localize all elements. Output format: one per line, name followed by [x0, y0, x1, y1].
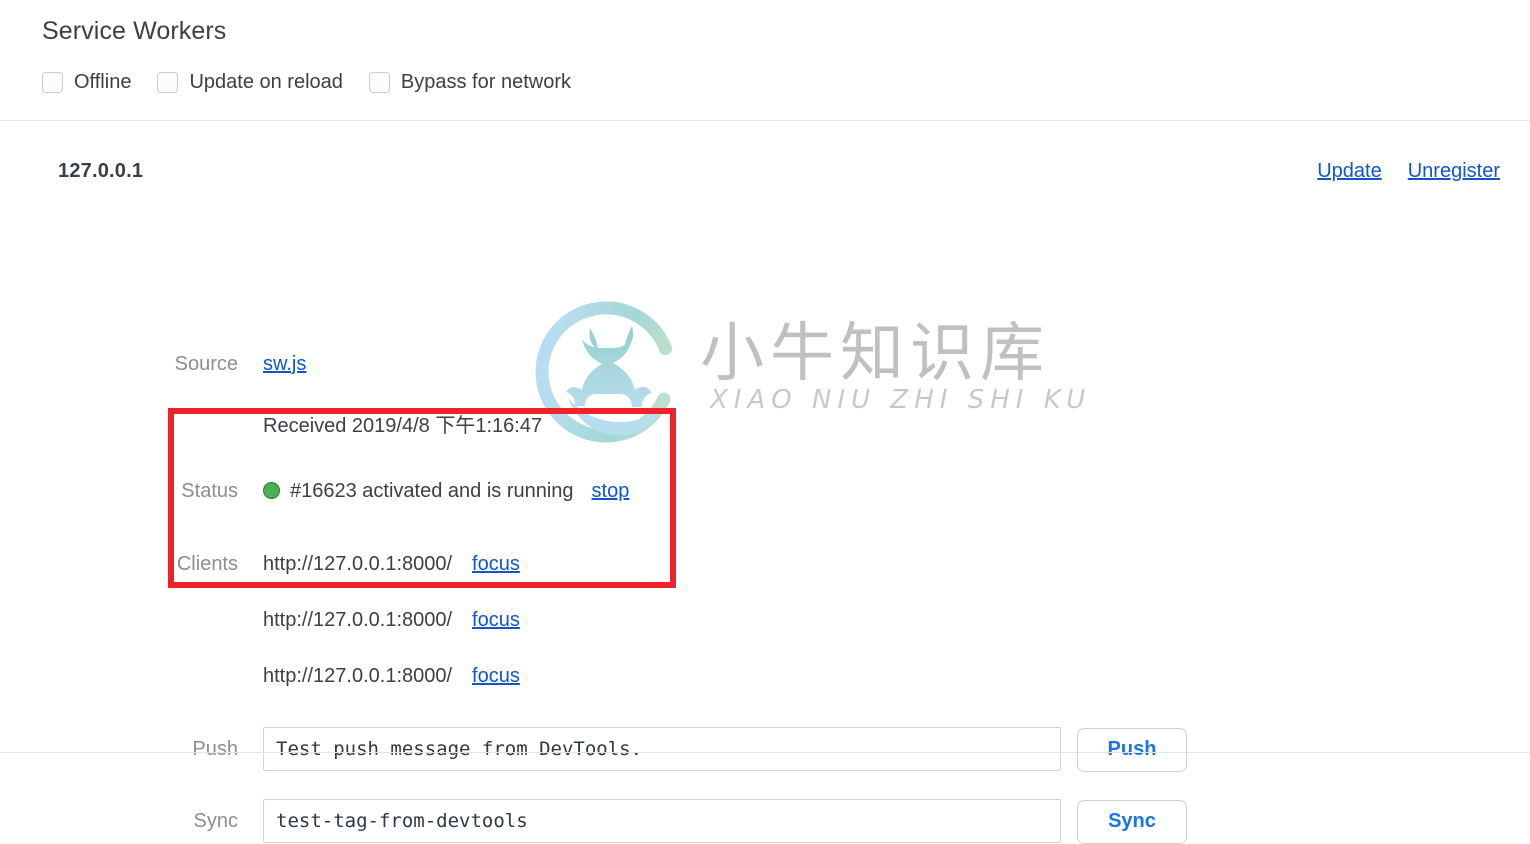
focus-link[interactable]: focus	[472, 609, 520, 632]
row-client-1: http://127.0.0.1:8000/ focus	[0, 609, 1400, 632]
sync-tag-input[interactable]	[263, 799, 1061, 843]
focus-link[interactable]: focus	[472, 553, 520, 576]
registration-origin: 127.0.0.1	[58, 160, 144, 182]
row-received: Received 2019/4/8 下午1:16:47	[0, 409, 1400, 438]
source-script-link[interactable]: sw.js	[263, 353, 306, 376]
checkbox-item-update-on-reload[interactable]: Update on reload	[157, 71, 343, 93]
row-client-2: http://127.0.0.1:8000/ focus	[0, 665, 1400, 688]
client-url: http://127.0.0.1:8000/	[263, 665, 453, 687]
focus-link[interactable]: focus	[472, 665, 520, 688]
footer-divider	[0, 752, 1530, 753]
unregister-link[interactable]: Unregister	[1408, 160, 1500, 183]
row-label-push: Push	[192, 737, 238, 760]
row-clients: Clients http://127.0.0.1:8000/ focus	[0, 553, 1400, 576]
checkbox-update-on-reload[interactable]	[157, 72, 179, 93]
checkbox-item-offline[interactable]: Offline	[42, 72, 131, 93]
row-value-status: #16623 activated and is running stop	[263, 480, 629, 503]
page-title: Service Workers	[42, 17, 227, 45]
row-sync: Sync Sync	[0, 799, 1400, 844]
row-status: Status #16623 activated and is running s…	[0, 480, 1400, 503]
row-label-status: Status	[181, 480, 238, 502]
service-worker-options: Offline Update on reload Bypass for netw…	[42, 72, 597, 93]
client-list-item: http://127.0.0.1:8000/ focus	[263, 665, 520, 688]
client-list-item: http://127.0.0.1:8000/ focus	[263, 553, 520, 576]
sync-button[interactable]: Sync	[1077, 799, 1187, 844]
checkbox-item-bypass-for-network[interactable]: Bypass for network	[368, 71, 571, 93]
client-list-item: http://127.0.0.1:8000/ focus	[263, 609, 520, 632]
registration-actions: Update Unregister	[1317, 160, 1500, 183]
service-workers-panel-header: Service Workers Offline Update on reload…	[0, 0, 1530, 120]
status-text: #16623 activated and is running	[290, 480, 574, 502]
update-link[interactable]: Update	[1317, 160, 1382, 183]
checkbox-label-offline: Offline	[74, 71, 132, 93]
checkbox-label-bypass-for-network: Bypass for network	[400, 71, 571, 93]
row-label-source: Source	[174, 353, 238, 375]
row-value-sync: Sync	[263, 799, 1187, 844]
watermark-chinese-text: 小牛知识库	[700, 317, 1050, 391]
stop-link[interactable]: stop	[592, 480, 630, 503]
checkbox-bypass-for-network[interactable]	[368, 72, 390, 93]
row-value-source: sw.js	[263, 353, 306, 376]
row-value-push: Push	[263, 727, 1187, 772]
push-button[interactable]: Push	[1077, 727, 1187, 772]
row-push: Push Push	[0, 727, 1400, 772]
row-source: Source sw.js	[0, 353, 1400, 376]
row-label-clients: Clients	[176, 553, 238, 575]
client-url: http://127.0.0.1:8000/	[263, 609, 453, 631]
row-value-received: Received 2019/4/8 下午1:16:47	[263, 415, 543, 437]
client-url: http://127.0.0.1:8000/	[263, 553, 453, 575]
status-running-dot-icon	[263, 482, 280, 499]
row-label-sync: Sync	[193, 809, 238, 832]
header-divider	[0, 120, 1530, 121]
push-message-input[interactable]	[263, 727, 1061, 771]
checkbox-label-update-on-reload: Update on reload	[189, 71, 343, 93]
checkbox-offline[interactable]	[42, 72, 63, 93]
